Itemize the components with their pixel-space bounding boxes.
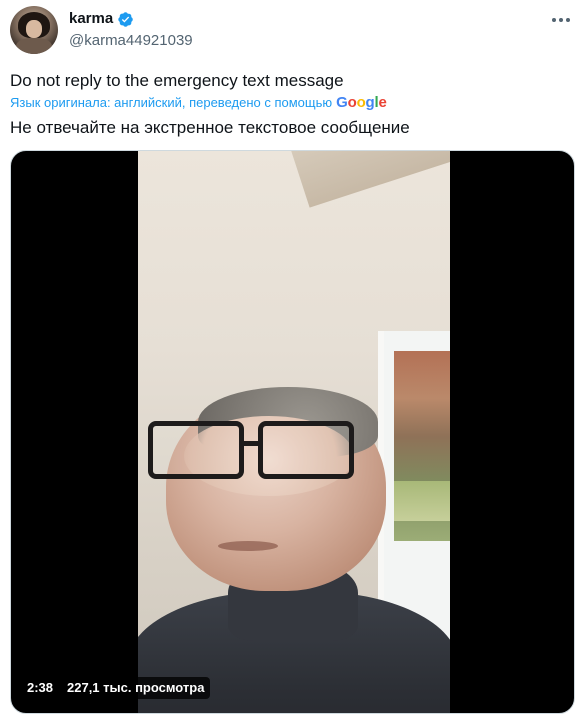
translation-attribution[interactable]: Язык оригинала: английский, переведено с…	[10, 94, 387, 112]
author-handle[interactable]: @karma44921039	[69, 31, 193, 51]
translated-text: Не отвечайте на экстренное текстовое соо…	[10, 118, 410, 137]
tweet-card: karma @karma44921039 Do not reply to the…	[0, 0, 585, 723]
verified-badge-icon[interactable]	[117, 11, 134, 28]
ceiling-beam	[288, 151, 450, 208]
google-logo: Google	[336, 94, 387, 111]
glasses-right-lens	[258, 421, 354, 479]
video-frame[interactable]	[138, 151, 450, 713]
person-mouth	[218, 541, 278, 551]
video-duration: 2:38	[21, 677, 60, 699]
video-player[interactable]: 2:38 227,1 тыс. просмотра	[10, 150, 575, 714]
video-view-count: 227,1 тыс. просмотра	[61, 677, 211, 699]
avatar[interactable]	[10, 6, 58, 54]
author-display-name[interactable]: karma	[69, 9, 113, 29]
tweet-text: Do not reply to the emergency text messa…	[10, 71, 344, 90]
more-options-icon[interactable]	[551, 10, 571, 30]
avatar-body	[16, 38, 52, 54]
window-lawn	[394, 481, 450, 521]
translation-label[interactable]: Язык оригинала: английский, переведено с…	[10, 94, 332, 112]
glasses-left-lens	[148, 421, 244, 479]
avatar-face	[26, 20, 42, 38]
author-name-row: karma	[69, 9, 134, 29]
